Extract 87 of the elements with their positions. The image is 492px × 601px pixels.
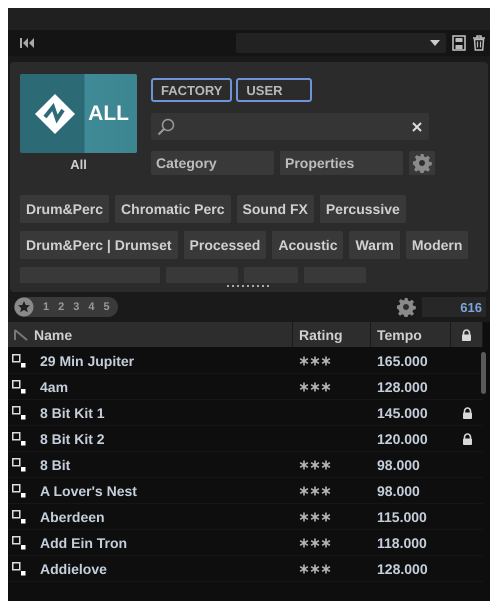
skip-back-icon[interactable] — [20, 38, 34, 48]
star-icon — [300, 382, 308, 391]
settings-icon[interactable] — [412, 153, 432, 173]
star-icon — [310, 538, 320, 547]
filter-dropdown[interactable]: Category — [151, 151, 274, 175]
tag-button[interactable]: Modern — [406, 231, 468, 259]
preset-icon — [12, 458, 26, 472]
star-icon — [322, 564, 330, 573]
preset-name[interactable]: 8 Bit Kit 2 — [40, 430, 105, 446]
preset-name[interactable]: 8 Bit Kit 1 — [40, 404, 105, 420]
star-icon — [322, 460, 330, 469]
lock-icon — [462, 432, 472, 444]
preset-name[interactable]: Add Ein Tron — [40, 534, 128, 550]
tempo-value: 128.000 — [377, 378, 428, 394]
library-logo[interactable]: ALL — [20, 74, 137, 153]
preset-name[interactable]: 4am — [40, 378, 68, 394]
star-icon — [310, 356, 320, 365]
tag-button[interactable]: Acoustic — [272, 231, 344, 259]
column-header[interactable]: Rating — [293, 322, 371, 347]
column-header[interactable]: Tempo — [371, 322, 451, 347]
caret-icon[interactable] — [430, 40, 440, 46]
preset-name[interactable]: Addielove — [40, 560, 107, 576]
preset-icon — [12, 536, 26, 550]
star-icon — [322, 382, 330, 391]
preset-icon — [12, 484, 26, 498]
star-icon — [300, 460, 308, 469]
star-icon — [322, 538, 330, 547]
tempo-value: 145.000 — [377, 404, 428, 420]
preset-name[interactable]: Aberdeen — [40, 508, 105, 524]
tag-button[interactable]: Chromatic Perc — [115, 195, 231, 223]
preset-name[interactable]: 8 Bit — [40, 456, 70, 472]
scrollbar-thumb[interactable] — [481, 352, 486, 394]
tag-button[interactable]: Sound FX — [236, 195, 314, 223]
tempo-value: 115.000 — [377, 508, 427, 524]
save-icon[interactable] — [452, 35, 466, 51]
lock-icon — [462, 406, 472, 418]
star-icon — [300, 512, 308, 521]
preset-name[interactable]: A Lover's Nest — [40, 482, 137, 498]
preset-name[interactable]: 29 Min Jupiter — [40, 352, 134, 368]
tempo-value: 165.000 — [377, 352, 428, 368]
sort-icon[interactable] — [14, 328, 28, 340]
search-icon — [157, 118, 175, 136]
star-icon — [300, 538, 308, 547]
rating-filter-option[interactable]: 1 — [43, 301, 50, 313]
result-count: 616 — [422, 297, 486, 317]
tempo-value: 98.000 — [377, 456, 420, 472]
star-icon — [322, 356, 330, 365]
column-header[interactable]: Name — [34, 326, 72, 342]
preset-icon — [12, 406, 26, 420]
tag-button[interactable]: Drum&Perc | Drumset — [20, 231, 178, 259]
tempo-value: 118.000 — [377, 534, 427, 550]
preset-icon — [12, 432, 26, 446]
tag-button[interactable]: Processed — [184, 231, 266, 259]
resize-grip-icon[interactable] — [227, 285, 271, 288]
tag-button[interactable]: Drum&Perc — [20, 195, 110, 223]
star-icon — [310, 564, 320, 573]
star-icon — [300, 486, 308, 495]
source-toggle[interactable]: FACTORY — [151, 78, 232, 102]
trash-icon[interactable] — [472, 35, 486, 51]
search-field[interactable] — [151, 113, 429, 140]
tag-button[interactable]: Warm — [349, 231, 400, 259]
tempo-value: 98.000 — [377, 482, 420, 498]
settings-icon[interactable] — [396, 297, 416, 317]
preset-icon — [12, 354, 26, 368]
preset-icon — [12, 562, 26, 576]
preset-icon — [12, 510, 26, 524]
tag-button[interactable]: Percussive — [320, 195, 406, 223]
rating-filter-option[interactable]: 2 — [58, 301, 64, 313]
star-icon — [310, 460, 320, 469]
tempo-value: 128.000 — [377, 560, 428, 576]
clear-icon[interactable] — [411, 120, 423, 132]
source-toggle[interactable]: USER — [236, 78, 312, 102]
star-icon — [322, 486, 330, 495]
star-icon — [310, 382, 320, 391]
star-icon — [310, 512, 320, 521]
tempo-value: 120.000 — [377, 430, 428, 446]
lock-icon — [461, 328, 472, 340]
filter-dropdown[interactable]: Properties — [280, 151, 403, 175]
rating-filter-option[interactable]: 4 — [88, 301, 94, 313]
preset-icon — [12, 380, 26, 394]
rating-filter-option[interactable]: 3 — [73, 301, 80, 313]
rating-filter-option[interactable]: 5 — [104, 301, 110, 313]
library-caption: All — [70, 157, 87, 172]
star-icon — [300, 356, 308, 365]
star-icon — [300, 564, 308, 573]
star-icon — [310, 486, 320, 495]
star-icon — [322, 512, 330, 521]
